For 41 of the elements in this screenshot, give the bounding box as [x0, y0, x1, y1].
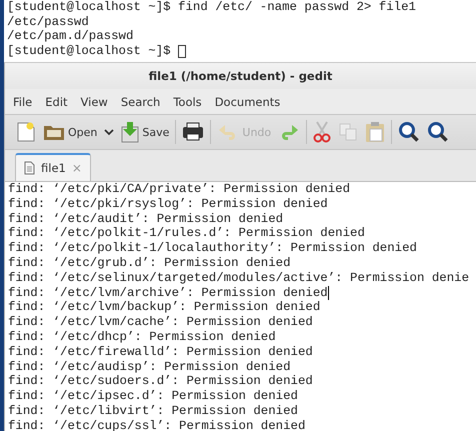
text-line: find: ‘/etc/audisp’: Permission denied — [8, 360, 291, 374]
terminal-line: [student@localhost ~]$ — [7, 44, 186, 59]
search-icon — [427, 121, 450, 143]
caret-icon — [104, 128, 114, 136]
text-line: find: ‘/etc/lvm/backup’: Permission denied — [8, 300, 320, 316]
terminal-line: [student@localhost ~]$ find /etc/ -name passwd 2> file1 — [7, 0, 416, 15]
new-document-icon — [16, 121, 36, 143]
printer-icon — [182, 122, 204, 142]
download-icon — [121, 121, 140, 143]
window-title: file1 (/home/student) - gedit — [148, 69, 332, 83]
text-line: find: ‘/etc/lvm/archive’: Permission denied — [8, 286, 329, 300]
text-line: find: ‘/etc/dhcp’: Permission denied — [8, 330, 276, 345]
document-icon — [24, 161, 35, 175]
text-line: find: ‘/etc/polkit-1/rules.d’: Permission denied — [8, 226, 365, 242]
open-button[interactable]: Open — [40, 120, 118, 144]
menu-item[interactable]: Search — [120, 94, 160, 108]
search-icon — [398, 121, 420, 143]
text-line: find: ‘/etc/sudoers.d’: Permission denied — [8, 374, 313, 390]
menu-item[interactable]: Edit — [45, 94, 68, 108]
save-button[interactable]: Save — [118, 119, 172, 145]
terminal-line: /etc/pam.d/passwd — [7, 29, 134, 44]
menu-item[interactable]: Tools — [173, 94, 202, 108]
text-line: find: ‘/etc/cups/ssl’: Permission denied — [8, 418, 306, 431]
copy-icon — [338, 122, 358, 142]
terminal-line: /etc/passwd — [7, 14, 89, 30]
text-line: find: ‘/etc/firewalld’: Permission denied — [8, 344, 313, 360]
text-line: find: ‘/etc/polkit-1/localauthority’: Permission denied — [8, 241, 417, 256]
document-tab[interactable]: file1 × — [15, 153, 91, 181]
clipboard-icon — [365, 121, 386, 143]
text-line: find: ‘/etc/libvirt’: Permission denied — [8, 404, 298, 419]
menu-item[interactable]: File — [13, 94, 32, 108]
text-line: find: ‘/etc/audit’: Permission denied — [8, 212, 284, 226]
menu-item[interactable]: Documents — [214, 94, 280, 108]
text-line: find: ‘/etc/lvm/cache’: Permission denied — [8, 315, 313, 330]
text-line: find: ‘/etc/selinux/targeted/modules/active’: Permission denie — [8, 270, 470, 286]
scissors-icon — [313, 121, 332, 143]
text-line: find: ‘/etc/grub.d’: Permission denied — [8, 256, 291, 271]
text-line: find: ‘/etc/pki/rsyslog’: Permission denied — [8, 196, 328, 212]
menu-item[interactable]: View — [80, 94, 108, 108]
text-line: find: ‘/etc/pki/CA/private’: Permission denied — [8, 182, 350, 197]
text-line: find: ‘/etc/ipsec.d’: Permission denied — [8, 389, 298, 404]
